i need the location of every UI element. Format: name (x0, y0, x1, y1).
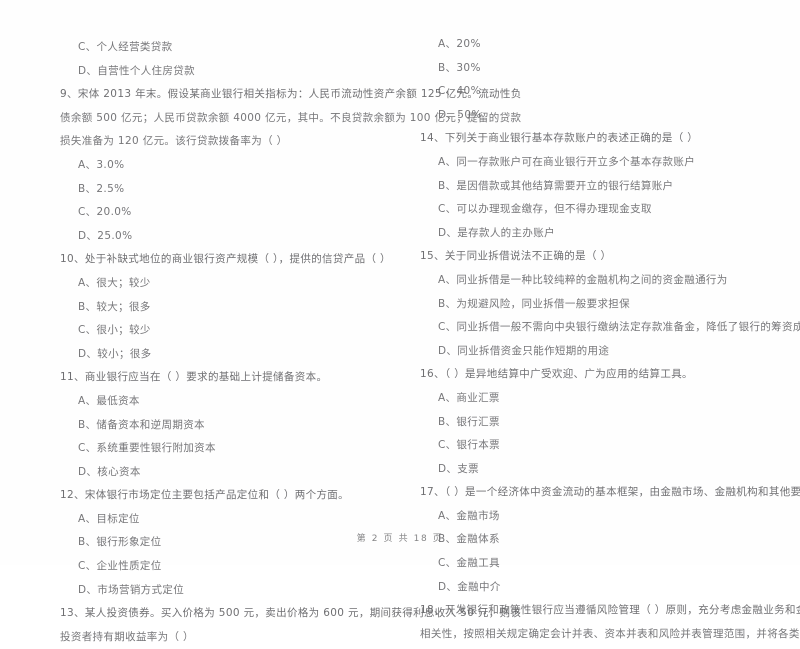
left-option-1: D、自营性个人住房贷款 (78, 64, 195, 77)
left-question-9: 10、处于补缺式地位的商业银行资产规模（ ），提供的信贷产品（ ） (60, 253, 391, 266)
right-continuation-25: 相关性，按照相关规定确定会计并表、资本并表和风险并表管理范围，并将各类表内外、境… (420, 627, 800, 640)
right-option-23: D、金融中介 (438, 580, 501, 593)
right-option-16: B、银行汇票 (438, 415, 500, 428)
right-option-22: C、金融工具 (438, 557, 500, 570)
right-question-24: 18、开发银行和政策性银行应当遵循风险管理（ ）原则，充分考虑金融业务和金融风险… (420, 604, 800, 617)
right-question-9: 15、关于同业拆借说法不正确的是（ ） (420, 250, 612, 263)
right-question-19: 17、（ ）是一个经济体中资金流动的基本框架，由金融市场、金融机构和其他要素组成… (420, 486, 800, 499)
right-option-8: D、是存款人的主办账户 (438, 226, 555, 239)
right-option-12: C、同业拆借一般不需向中央银行缴纳法定存款准备金，降低了银行的筹资成本 (438, 321, 800, 334)
left-option-15: A、最低资本 (78, 394, 140, 407)
exam-page: C、个人经营类贷款 D、自营性个人住房贷款 9、宋体 2013 年末。假设某商业银行… (0, 0, 800, 643)
right-option-1: B、30% (438, 61, 481, 74)
right-option-7: C、可以办理现金缴存，但不得办理现金支取 (438, 203, 652, 216)
page-footer: 第 2 页 共 18 页 (356, 534, 444, 544)
left-option-22: C、企业性质定位 (78, 560, 162, 573)
left-question-14: 11、商业银行应当在（ ）要求的基础上计提储备资本。 (60, 371, 328, 384)
left-option-5: A、3.0% (78, 158, 125, 171)
left-option-7: C、20.0% (78, 206, 132, 219)
left-option-13: D、较小；很多 (78, 347, 152, 360)
left-option-0: C、个人经营类贷款 (78, 41, 173, 53)
question-column-right: A、20% B、30% C、40% D、50% 14、下列关于商业银行基本存款账户的表述… (420, 0, 800, 640)
right-option-3: D、50% (438, 108, 482, 121)
right-option-6: B、是因借款或其他结算需要开立的银行结算账户 (438, 179, 674, 192)
right-column-lines: A、20% B、30% C、40% D、50% 14、下列关于商业银行基本存款账户的表述… (420, 33, 800, 646)
right-option-15: A、商业汇票 (438, 391, 500, 404)
right-option-0: A、20% (438, 38, 481, 50)
left-option-18: D、核心资本 (78, 465, 141, 478)
right-question-14: 16、（ ）是异地结算中广受欢迎、广为应用的结算工具。 (420, 368, 693, 381)
top-margin-left (60, 0, 390, 36)
left-question-2: 9、宋体 2013 年末。假设某商业银行相关指标为：人民币流动性资产余额 125… (60, 88, 522, 101)
right-option-17: C、银行本票 (438, 439, 500, 452)
left-option-6: B、2.5% (78, 182, 125, 195)
left-option-23: D、市场营销方式定位 (78, 583, 185, 596)
right-option-2: C、40% (438, 85, 481, 98)
right-option-11: B、为规避风险，同业拆借一般要求担保 (438, 297, 631, 310)
left-option-12: C、很小；较少 (78, 324, 151, 337)
right-option-18: D、支票 (438, 462, 479, 475)
right-option-5: A、同一存款账户可在商业银行开立多个基本存款账户 (438, 155, 696, 168)
left-option-17: C、系统重要性银行附加资本 (78, 442, 216, 455)
left-option-8: D、25.0% (78, 229, 133, 242)
right-option-10: A、同业拆借是一种比较纯粹的金融机构之间的资金融通行为 (438, 273, 728, 286)
left-option-16: B、储备资本和逆周期资本 (78, 418, 205, 431)
right-option-20: A、金融市场 (438, 509, 500, 522)
left-option-11: B、较大；很多 (78, 300, 151, 313)
left-option-20: A、目标定位 (78, 512, 140, 525)
top-margin-right (420, 0, 750, 33)
left-continuation-4: 损失准备为 120 亿元。该行贷款拨备率为（ ） (60, 135, 288, 148)
question-column-left: C、个人经营类贷款 D、自营性个人住房贷款 9、宋体 2013 年末。假设某商业银行… (60, 0, 521, 643)
left-question-19: 12、宋体银行市场定位主要包括产品定位和（ ）两个方面。 (60, 489, 349, 502)
left-continuation-25: 投资者持有期收益率为（ ） (60, 630, 194, 643)
right-option-13: D、同业拆借资金只能作短期的用途 (438, 344, 610, 357)
left-option-10: A、很大；较少 (78, 276, 151, 289)
left-question-24: 13、某人投资债券。买入价格为 500 元，卖出价格为 600 元，期间获得利息… (60, 607, 522, 620)
right-question-4: 14、下列关于商业银行基本存款账户的表述正确的是（ ） (420, 132, 699, 145)
left-column-lines: C、个人经营类贷款 D、自营性个人住房贷款 9、宋体 2013 年末。假设某商业银行… (60, 36, 522, 649)
left-continuation-3: 债余额 500 亿元；人民币贷款余额 4000 亿元，其中。不良贷款余额为 10… (60, 111, 522, 124)
